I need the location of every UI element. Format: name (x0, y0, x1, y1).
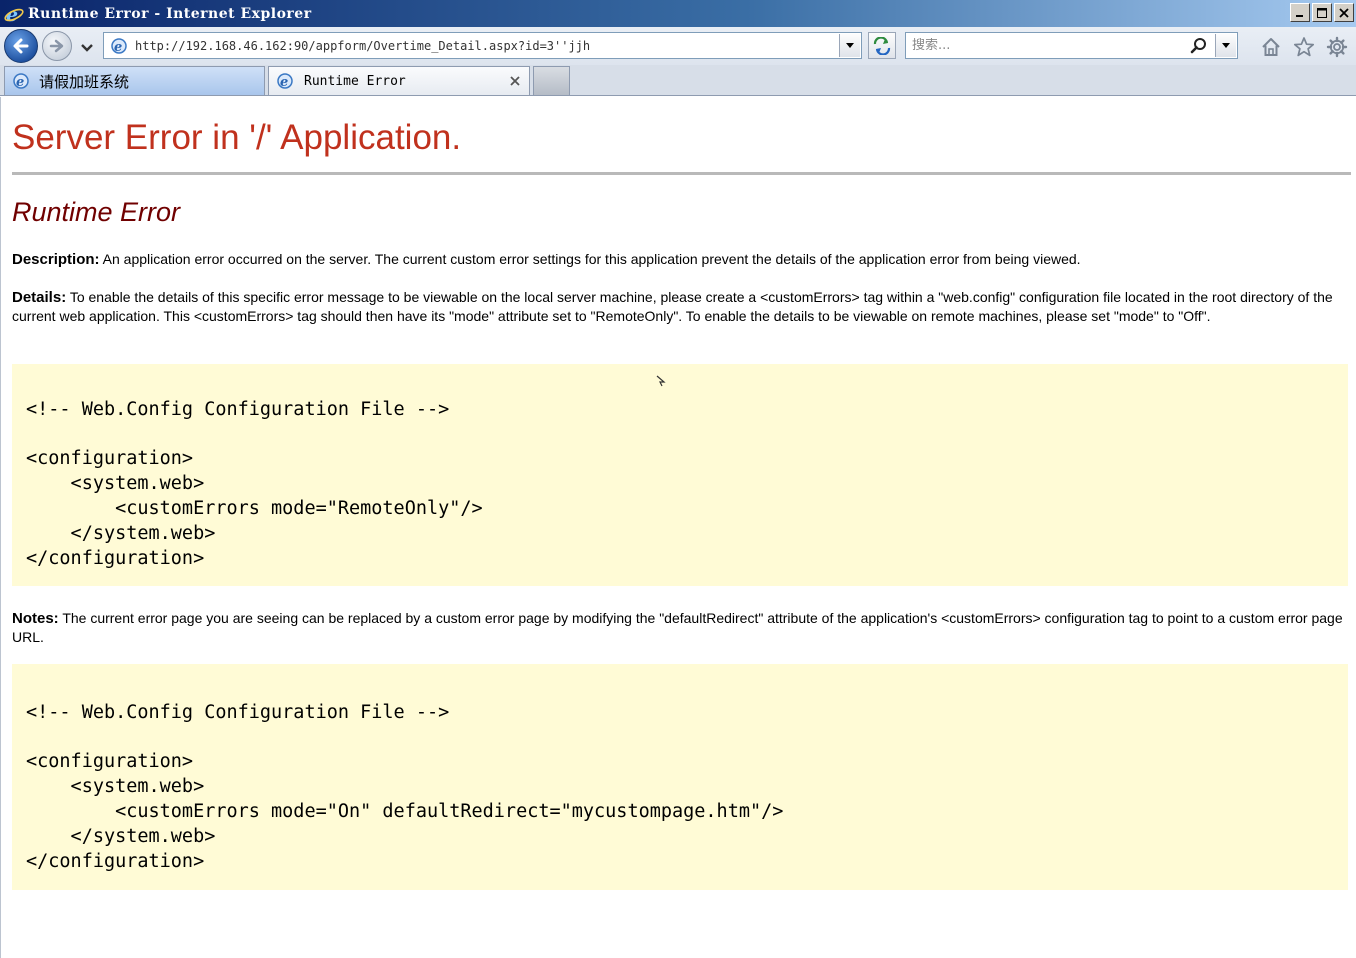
notes-label: Notes: (12, 610, 59, 627)
code-block: <!-- Web.Config Configuration File --> <… (12, 364, 1348, 586)
search-input[interactable] (912, 38, 1182, 53)
window-title: Runtime Error - Internet Explorer (28, 5, 312, 22)
recent-pages-dropdown[interactable] (80, 40, 94, 58)
home-icon (1262, 38, 1280, 56)
chevron-down-icon (1222, 42, 1230, 48)
minimize-button[interactable] (1290, 3, 1310, 22)
code-line: <customErrors mode="On" defaultRedirect=… (26, 801, 784, 822)
code-block: <!-- Web.Config Configuration File --> <… (12, 664, 1348, 890)
description-label: Description: (12, 251, 100, 268)
code-line: </configuration> (26, 851, 205, 872)
forward-arrow-icon (49, 39, 64, 53)
code-line: <!-- Web.Config Configuration File --> (26, 399, 450, 420)
navigation-bar: e http://192.168.46.162:90/appform/Overt… (0, 27, 1356, 65)
notes-paragraph: Notes: The current error page you are se… (12, 609, 1347, 647)
tools-button[interactable] (1324, 34, 1350, 60)
chevron-down-icon (846, 42, 854, 48)
description-text: An application error occurred on the ser… (102, 251, 1081, 267)
svg-text:e: e (114, 40, 122, 55)
tab-leave-overtime-system[interactable]: e 请假加班系统 (4, 66, 265, 95)
page-title: Server Error in '/' Application. (12, 118, 462, 157)
star-icon (1293, 37, 1315, 57)
title-bar: e Runtime Error - Internet Explorer (0, 0, 1356, 27)
search-box[interactable] (905, 32, 1238, 59)
address-bar[interactable]: e http://192.168.46.162:90/appform/Overt… (103, 32, 862, 59)
code-line: </configuration> (26, 548, 205, 569)
close-window-button[interactable] (1334, 3, 1354, 22)
close-tab-button[interactable] (507, 73, 523, 89)
back-button[interactable] (4, 29, 38, 63)
refresh-button[interactable] (868, 32, 896, 59)
divider (12, 172, 1351, 175)
code-line: <configuration> (26, 751, 194, 772)
address-dropdown-button[interactable] (839, 34, 860, 57)
ie-page-icon: e (11, 71, 31, 91)
tab-label: Runtime Error (304, 73, 406, 89)
back-arrow-icon (13, 38, 29, 54)
refresh-icon (873, 36, 891, 55)
code-line: <customErrors mode="RemoteOnly"/> (26, 498, 483, 519)
ie-logo-icon: e (3, 3, 25, 25)
mouse-cursor-icon (655, 374, 667, 393)
new-tab-button[interactable] (533, 66, 570, 95)
address-input[interactable]: http://192.168.46.162:90/appform/Overtim… (135, 39, 825, 53)
chevron-down-icon (81, 44, 93, 52)
details-label: Details: (12, 289, 67, 306)
page-content: Server Error in '/' Application. Runtime… (0, 97, 1356, 958)
home-button[interactable] (1258, 34, 1284, 60)
code-line: </system.web> (26, 826, 216, 847)
tab-runtime-error[interactable]: e Runtime Error (268, 66, 530, 95)
search-dropdown-button[interactable] (1215, 34, 1236, 57)
code-line: <!-- Web.Config Configuration File --> (26, 702, 450, 723)
gear-icon (1326, 36, 1348, 58)
page-subtitle: Runtime Error (12, 197, 181, 227)
tab-label: 请假加班系统 (39, 72, 130, 91)
details-text: To enable the details of this specific e… (12, 289, 1333, 324)
ie-page-icon: e (275, 71, 295, 91)
maximize-button[interactable] (1312, 3, 1332, 22)
svg-text:e: e (16, 75, 24, 90)
search-icon (1190, 38, 1206, 54)
description-paragraph: Description: An application error occurr… (12, 250, 1347, 269)
search-button[interactable] (1189, 36, 1209, 56)
favorites-button[interactable] (1291, 34, 1317, 60)
code-line: <system.web> (26, 473, 205, 494)
notes-text: The current error page you are seeing ca… (12, 610, 1343, 645)
code-line: <system.web> (26, 776, 205, 797)
page-icon: e (108, 35, 130, 57)
code-line: <configuration> (26, 448, 194, 469)
tab-bar: e 请假加班系统 e Runtime Error (0, 65, 1356, 96)
svg-text:e: e (280, 75, 288, 90)
details-paragraph: Details: To enable the details of this s… (12, 288, 1347, 326)
forward-button[interactable] (42, 31, 72, 61)
close-icon (510, 76, 520, 86)
window-controls (1290, 3, 1354, 22)
code-line: </system.web> (26, 523, 216, 544)
